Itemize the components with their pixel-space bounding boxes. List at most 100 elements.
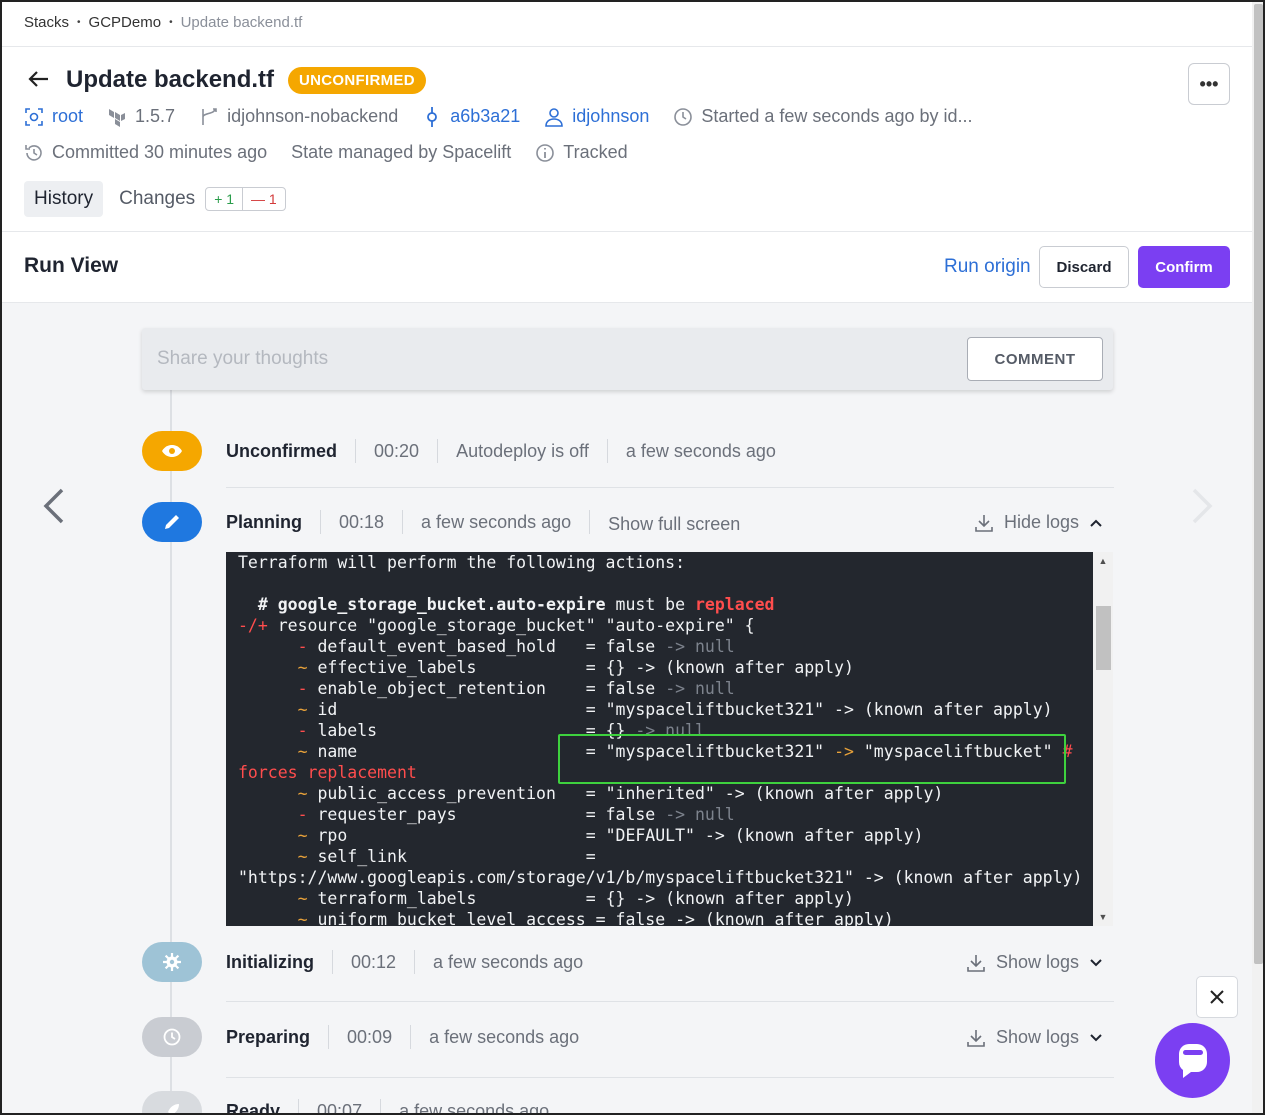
run-tabs: History Changes + 1 — 1 (24, 181, 286, 217)
breadcrumb-separator: • (77, 17, 81, 28)
removed-count: — 1 (251, 191, 277, 207)
run-meta-row-1: root 1.5.7 idjohnson-nobackend a6b3a21 i… (24, 106, 997, 127)
scroll-down-icon[interactable]: ▼ (1093, 912, 1113, 922)
download-icon[interactable] (974, 513, 994, 533)
rocket-icon (142, 1091, 202, 1113)
next-run-arrow-icon[interactable] (1188, 486, 1216, 536)
terraform-icon (109, 108, 126, 127)
log-line: -/+ resource "google_storage_bucket" "au… (238, 616, 755, 635)
log-line: ~ uniform_bucket_level_access = false ->… (297, 910, 894, 926)
branch-name: idjohnson-nobackend (227, 106, 399, 126)
divider (226, 1077, 1114, 1078)
breadcrumb-current: Update backend.tf (180, 14, 303, 31)
user-link[interactable]: idjohnson (544, 106, 649, 127)
comment-box: Share your thoughts COMMENT (142, 328, 1113, 390)
breadcrumb-gcpdemo[interactable]: GCPDemo (89, 14, 162, 31)
page-scrollbar-thumb[interactable] (1254, 4, 1263, 964)
step-time: a few seconds ago (414, 950, 601, 974)
step-time: a few seconds ago (606, 439, 794, 463)
download-icon[interactable] (966, 1028, 986, 1048)
breadcrumb-stacks[interactable]: Stacks (24, 14, 69, 31)
comment-button[interactable]: COMMENT (967, 337, 1103, 381)
space-icon (25, 107, 43, 126)
step-name: Preparing (226, 1026, 311, 1047)
terraform-version: 1.5.7 (107, 106, 175, 127)
discard-button[interactable]: Discard (1039, 246, 1129, 288)
title-row: Update backend.tf UNCONFIRMED (26, 66, 426, 94)
state-info: State managed by Spacelift (291, 142, 511, 163)
started-text: Started a few seconds ago by id... (701, 106, 973, 126)
step-autodeploy: Autodeploy is off (437, 439, 607, 463)
back-arrow-icon[interactable] (26, 67, 52, 93)
info-icon (536, 143, 555, 162)
divider (2, 46, 1252, 47)
commit-link[interactable]: a6b3a21 (422, 106, 520, 127)
app-window: Stacks • GCPDemo • Update backend.tf Upd… (0, 0, 1265, 1115)
close-icon[interactable] (1196, 976, 1238, 1018)
step-time: a few seconds ago (410, 1025, 597, 1049)
log-line: - default_event_based_hold = false -> nu… (297, 637, 735, 656)
log-line: "https://www.googleapis.com/storage/v1/b… (238, 868, 1083, 887)
step-name: Planning (226, 511, 302, 532)
history-icon (25, 144, 42, 161)
log-line: # google_storage_bucket.auto-expire must… (238, 595, 775, 614)
show-logs-toggle[interactable]: Show logs (966, 952, 1103, 973)
log-line: ~ public_access_prevention = "inherited"… (297, 784, 944, 803)
changes-diff-counter: + 1 — 1 (205, 187, 286, 211)
version-text: 1.5.7 (135, 106, 176, 126)
log-line: - enable_object_retention = false -> nul… (297, 679, 735, 698)
log-line: ~ effective_labels = {} -> (known after … (297, 658, 854, 677)
added-count: + 1 (206, 188, 244, 210)
started-info: Started a few seconds ago by id... (673, 106, 973, 127)
hide-logs-toggle[interactable]: Hide logs (974, 512, 1103, 533)
divider (2, 231, 1252, 232)
divider (226, 487, 1114, 488)
download-icon[interactable] (966, 953, 986, 973)
show-logs-label: Show logs (996, 1027, 1080, 1047)
comment-input[interactable]: Share your thoughts (157, 348, 328, 370)
hide-logs-label: Hide logs (1004, 512, 1080, 532)
annotation-highlight-box (558, 734, 1066, 784)
scroll-up-icon[interactable]: ▲ (1093, 556, 1113, 566)
page-title: Update backend.tf (66, 66, 275, 93)
confirm-button[interactable]: Confirm (1138, 246, 1230, 288)
tab-history[interactable]: History (24, 181, 104, 217)
previous-run-arrow-icon[interactable] (40, 486, 68, 536)
eye-icon (142, 431, 202, 471)
space-link[interactable]: root (24, 106, 83, 127)
chat-support-button[interactable] (1155, 1023, 1230, 1098)
chevron-up-icon (1090, 519, 1102, 527)
timeline-line (170, 390, 172, 1113)
tab-changes[interactable]: Changes + 1 — 1 (119, 187, 286, 211)
step-ready: Ready 00:07 a few seconds ago (226, 1099, 567, 1115)
step-name: Ready (226, 1100, 281, 1115)
log-line: ~ id = "myspaceliftbucket321" -> (known … (297, 700, 1053, 719)
step-initializing: Initializing 00:12 a few seconds ago (226, 950, 601, 974)
space-name: root (52, 106, 84, 126)
run-origin-link[interactable]: Run origin (944, 256, 1031, 278)
tracked-info: Tracked (535, 142, 628, 163)
log-scrollbar-thumb[interactable] (1096, 606, 1111, 670)
log-line: - requester_pays = false -> null (297, 805, 735, 824)
tab-changes-label: Changes (119, 188, 196, 209)
log-scrollbar[interactable]: ▲ ▼ (1093, 552, 1113, 926)
step-duration: 00:09 (328, 1025, 410, 1049)
show-full-screen-link[interactable]: Show full screen (589, 510, 758, 534)
commit-icon (427, 106, 438, 127)
tracked-text: Tracked (563, 142, 628, 162)
divider (226, 1001, 1114, 1002)
clock-icon (142, 1017, 202, 1057)
user-name: idjohnson (572, 106, 650, 126)
step-planning: Planning 00:18 a few seconds ago Show fu… (226, 510, 758, 534)
step-name: Initializing (226, 951, 314, 972)
step-unconfirmed: Unconfirmed 00:20 Autodeploy is off a fe… (226, 439, 794, 463)
more-options-button[interactable]: ••• (1188, 63, 1230, 105)
committed-info: Committed 30 minutes ago (24, 142, 267, 163)
breadcrumb-separator: • (169, 17, 173, 28)
step-duration: 00:07 (298, 1099, 380, 1113)
step-name: Unconfirmed (226, 440, 338, 461)
page-scrollbar[interactable] (1252, 2, 1263, 1113)
step-time: a few seconds ago (380, 1099, 567, 1113)
show-logs-toggle[interactable]: Show logs (966, 1027, 1103, 1048)
state-text: State managed by Spacelift (291, 142, 512, 162)
